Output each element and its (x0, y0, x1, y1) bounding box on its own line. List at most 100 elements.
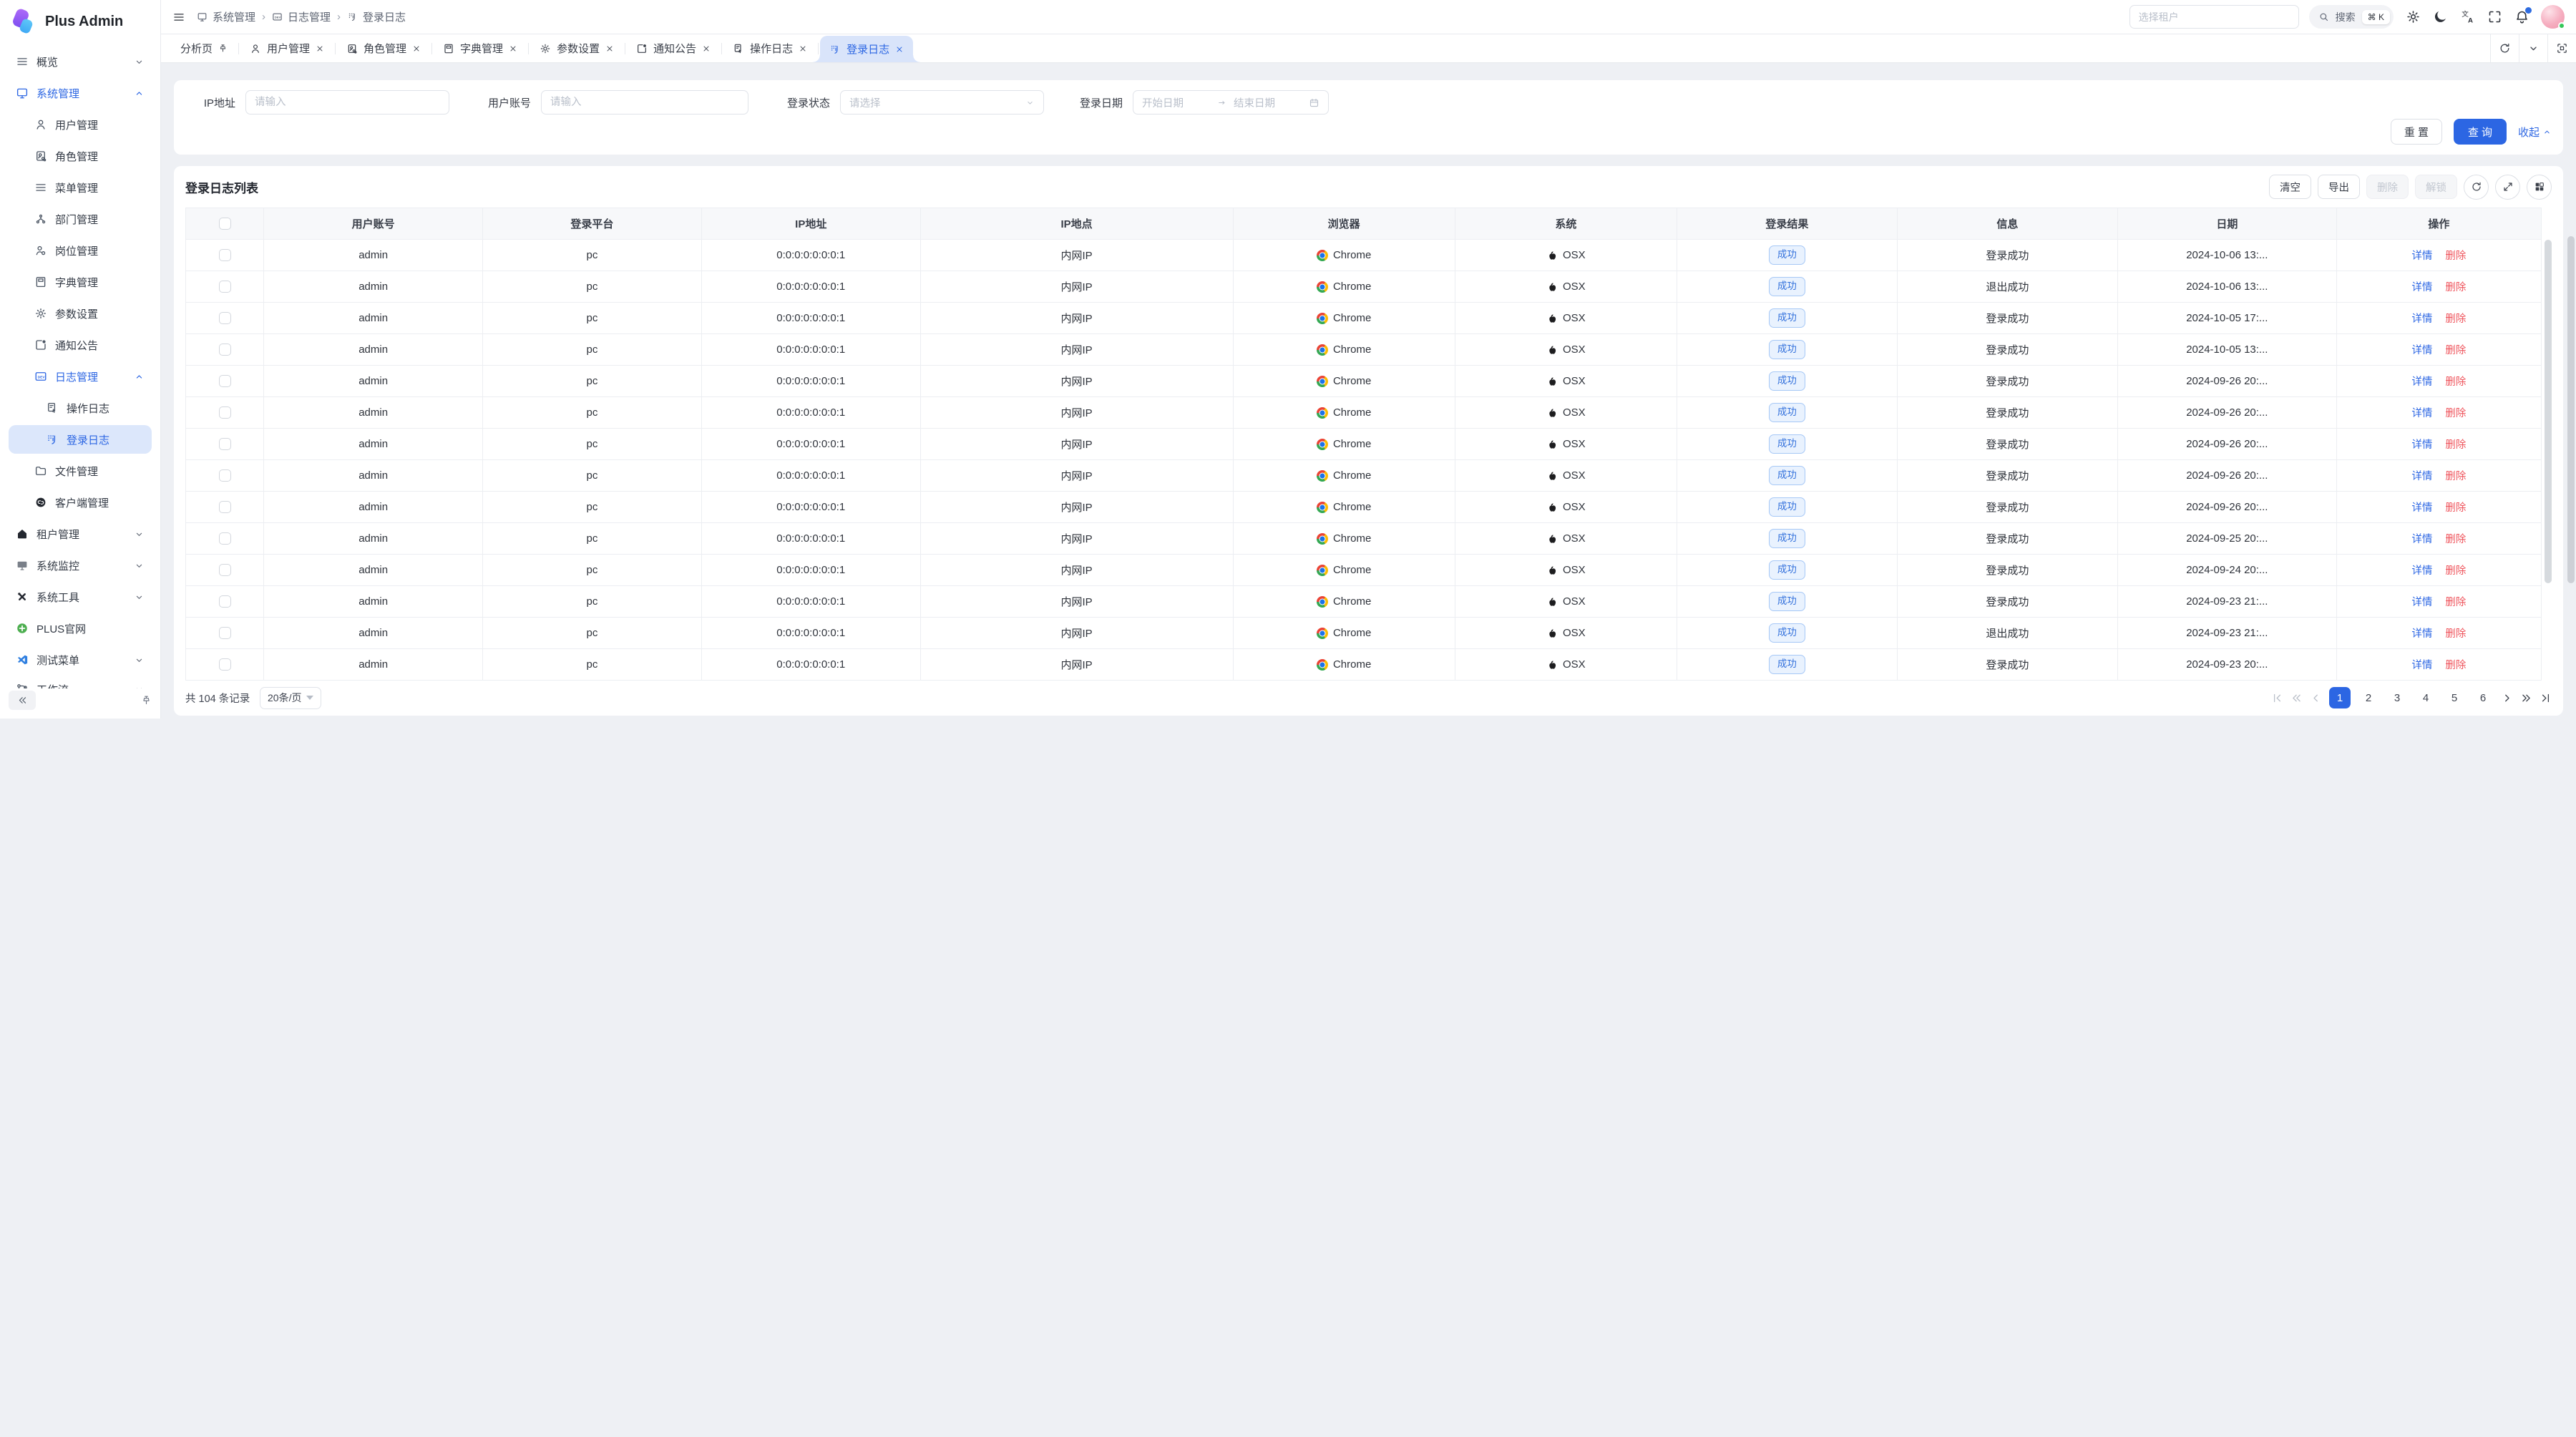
tab-role-mgmt[interactable]: 角色管理 (337, 34, 430, 62)
page-5[interactable]: 5 (2444, 687, 2465, 708)
breadcrumb-system-mgmt[interactable]: 系统管理 (197, 9, 255, 24)
close-icon[interactable] (316, 44, 324, 53)
detail-link[interactable]: 详情 (2411, 342, 2432, 357)
tab-user-mgmt[interactable]: 用户管理 (240, 34, 333, 62)
row-checkbox[interactable] (219, 595, 231, 608)
delete-button[interactable]: 删除 (2366, 175, 2409, 199)
delete-link[interactable]: 删除 (2445, 468, 2466, 483)
sidebar-item-test-menu[interactable]: 测试菜单 (9, 646, 152, 674)
row-checkbox[interactable] (219, 312, 231, 324)
sidebar-item-overview[interactable]: 概览 (9, 47, 152, 76)
close-icon[interactable] (702, 44, 711, 53)
detail-link[interactable]: 详情 (2411, 531, 2432, 546)
row-checkbox[interactable] (219, 375, 231, 387)
page-size-select[interactable]: 20条/页 (260, 687, 321, 709)
ip-input[interactable] (245, 90, 449, 115)
detail-link[interactable]: 详情 (2411, 374, 2432, 389)
detail-link[interactable]: 详情 (2411, 594, 2432, 609)
clear-button[interactable]: 清空 (2269, 175, 2311, 199)
detail-link[interactable]: 详情 (2411, 625, 2432, 640)
notifications-button[interactable] (2514, 9, 2529, 24)
tab-dict-mgmt[interactable]: 字典管理 (434, 34, 527, 62)
first-page-button[interactable] (2271, 692, 2283, 704)
sidebar-item-role-mgmt[interactable]: 角色管理 (9, 142, 152, 170)
date-range-picker[interactable]: 开始日期 结束日期 (1133, 90, 1329, 115)
detail-link[interactable]: 详情 (2411, 437, 2432, 452)
sidebar-item-client-mgmt[interactable]: 客户端管理 (9, 488, 152, 517)
content-fullscreen-button[interactable] (2547, 34, 2576, 62)
delete-link[interactable]: 删除 (2445, 279, 2466, 294)
row-checkbox[interactable] (219, 438, 231, 450)
sidebar-item-op-log[interactable]: 操作日志 (9, 394, 152, 422)
sidebar-item-file-mgmt[interactable]: 文件管理 (9, 457, 152, 485)
reset-button[interactable]: 重 置 (2391, 119, 2442, 145)
last-page-button[interactable] (2540, 692, 2552, 704)
detail-link[interactable]: 详情 (2411, 405, 2432, 420)
page-3[interactable]: 3 (2386, 687, 2408, 708)
tab-op-log[interactable]: 操作日志 (723, 34, 816, 62)
table-scrollbar[interactable] (2545, 240, 2552, 679)
delete-link[interactable]: 删除 (2445, 374, 2466, 389)
delete-link[interactable]: 删除 (2445, 311, 2466, 326)
theme-toggle-button[interactable] (2433, 9, 2448, 24)
window-scrollbar-thumb[interactable] (2567, 236, 2575, 583)
detail-link[interactable]: 详情 (2411, 468, 2432, 483)
detail-link[interactable]: 详情 (2411, 311, 2432, 326)
page-1[interactable]: 1 (2329, 687, 2351, 708)
delete-link[interactable]: 删除 (2445, 562, 2466, 578)
delete-link[interactable]: 删除 (2445, 625, 2466, 640)
tenant-select-input[interactable] (2129, 5, 2299, 29)
breadcrumb-login-log[interactable]: 登录日志 (347, 9, 406, 24)
delete-link[interactable]: 删除 (2445, 437, 2466, 452)
detail-link[interactable]: 详情 (2411, 562, 2432, 578)
detail-link[interactable]: 详情 (2411, 500, 2432, 515)
close-icon[interactable] (799, 44, 807, 53)
tabs-refresh-button[interactable] (2490, 34, 2519, 62)
table-refresh-button[interactable] (2464, 175, 2489, 200)
sidebar-item-param-settings[interactable]: 参数设置 (9, 299, 152, 328)
tab-param-settings[interactable]: 参数设置 (530, 34, 623, 62)
sidebar-pin-button[interactable] (141, 695, 152, 706)
detail-link[interactable]: 详情 (2411, 657, 2432, 672)
next-5-pages-button[interactable] (2520, 692, 2532, 704)
row-checkbox[interactable] (219, 627, 231, 639)
collapse-filter-link[interactable]: 收起 (2518, 125, 2552, 140)
sidebar-collapse-button[interactable] (9, 691, 36, 710)
row-checkbox[interactable] (219, 344, 231, 356)
sidebar-item-dept-mgmt[interactable]: 部门管理 (9, 205, 152, 233)
avatar[interactable] (2541, 5, 2565, 29)
app-logo[interactable]: Plus Admin (0, 0, 160, 42)
prev-page-button[interactable] (2310, 692, 2322, 704)
tabs-menu-button[interactable] (2519, 34, 2547, 62)
delete-link[interactable]: 删除 (2445, 405, 2466, 420)
row-checkbox[interactable] (219, 564, 231, 576)
sidebar-item-sys-monitor[interactable]: 系统监控 (9, 551, 152, 580)
sidebar-item-sys-tools[interactable]: 系统工具 (9, 583, 152, 611)
export-button[interactable]: 导出 (2318, 175, 2360, 199)
row-checkbox[interactable] (219, 501, 231, 513)
row-checkbox[interactable] (219, 281, 231, 293)
row-checkbox[interactable] (219, 532, 231, 545)
row-checkbox[interactable] (219, 249, 231, 261)
tab-analysis[interactable]: 分析页 (171, 34, 237, 62)
delete-link[interactable]: 删除 (2445, 248, 2466, 263)
select-all-checkbox[interactable] (219, 218, 231, 230)
close-icon[interactable] (509, 44, 517, 53)
sidebar-item-system-mgmt[interactable]: 系统管理 (9, 79, 152, 107)
status-select[interactable]: 请选择 (840, 90, 1044, 115)
close-icon[interactable] (412, 44, 421, 53)
sidebar-item-user-mgmt[interactable]: 用户管理 (9, 110, 152, 139)
delete-link[interactable]: 删除 (2445, 657, 2466, 672)
locale-button[interactable] (2460, 9, 2475, 24)
account-input[interactable] (541, 90, 748, 115)
delete-link[interactable]: 删除 (2445, 531, 2466, 546)
sidebar-item-workflow[interactable]: 工作流 (9, 677, 152, 688)
sidebar-item-plus-site[interactable]: PLUS官网 (9, 614, 152, 643)
delete-link[interactable]: 删除 (2445, 500, 2466, 515)
scrollbar-thumb[interactable] (2545, 240, 2552, 583)
detail-link[interactable]: 详情 (2411, 279, 2432, 294)
row-checkbox[interactable] (219, 469, 231, 482)
detail-link[interactable]: 详情 (2411, 248, 2432, 263)
pin-icon[interactable] (218, 44, 228, 53)
row-checkbox[interactable] (219, 658, 231, 671)
